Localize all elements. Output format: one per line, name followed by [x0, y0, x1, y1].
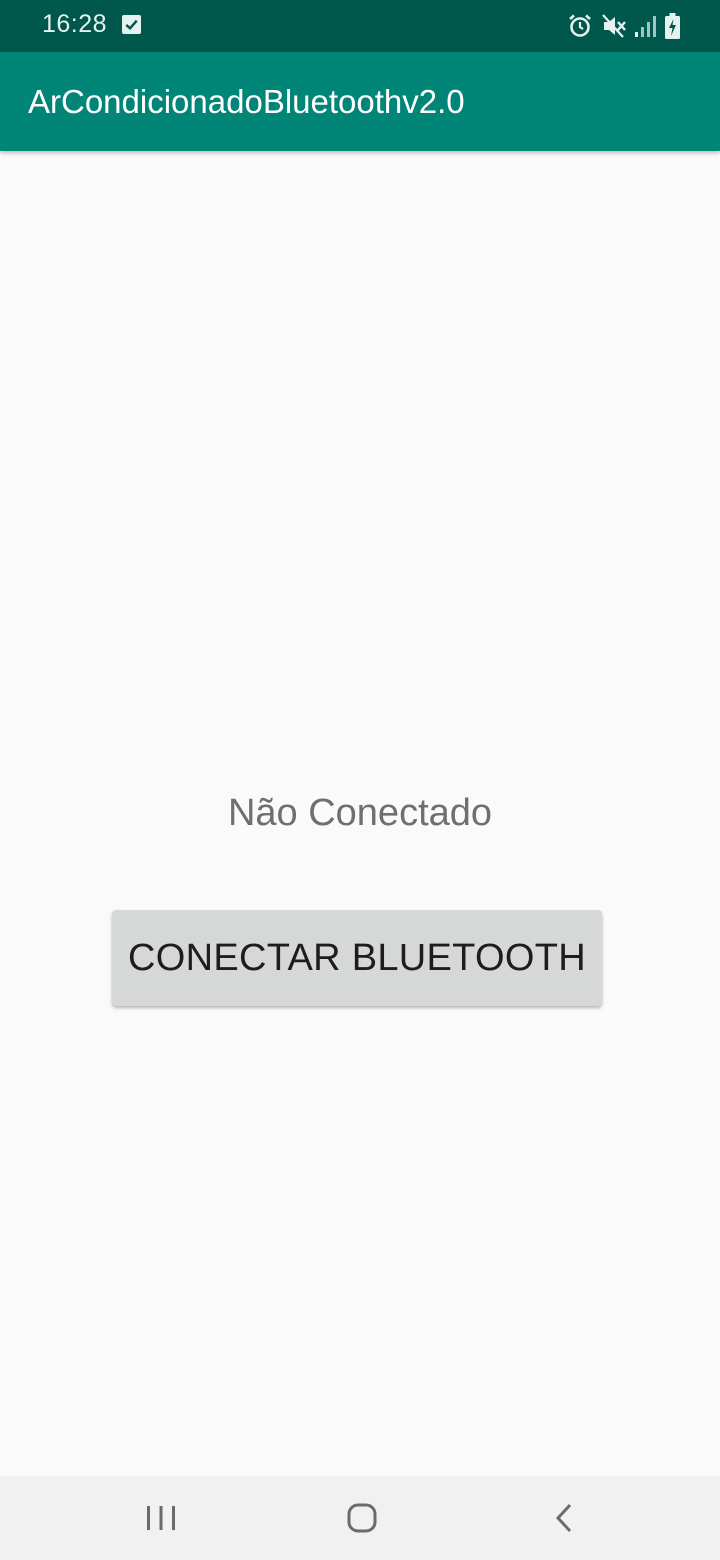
status-icons [567, 13, 680, 39]
back-icon [555, 1503, 572, 1533]
alarm-icon [569, 14, 591, 37]
recents-button[interactable] [137, 1494, 185, 1542]
battery-icon [665, 13, 680, 39]
app-title: ArCondicionadoBluetoothv2.0 [28, 83, 465, 120]
recents-icon [147, 1506, 175, 1530]
signal-icon [635, 16, 656, 37]
mute-icon [602, 14, 626, 38]
home-button[interactable] [338, 1494, 386, 1542]
app-bar: ArCondicionadoBluetoothv2.0 [0, 52, 720, 151]
checkbox-notification-icon [122, 15, 141, 34]
status-bar: 16:28 [0, 0, 720, 52]
connection-status-label: Não Conectado [227, 792, 493, 834]
status-time: 16:28 [42, 10, 108, 38]
navigation-bar [0, 1476, 720, 1560]
connect-bluetooth-button[interactable]: CONECTAR BLUETOOTH [112, 910, 602, 1006]
home-icon [347, 1503, 377, 1533]
back-button[interactable] [540, 1494, 588, 1542]
